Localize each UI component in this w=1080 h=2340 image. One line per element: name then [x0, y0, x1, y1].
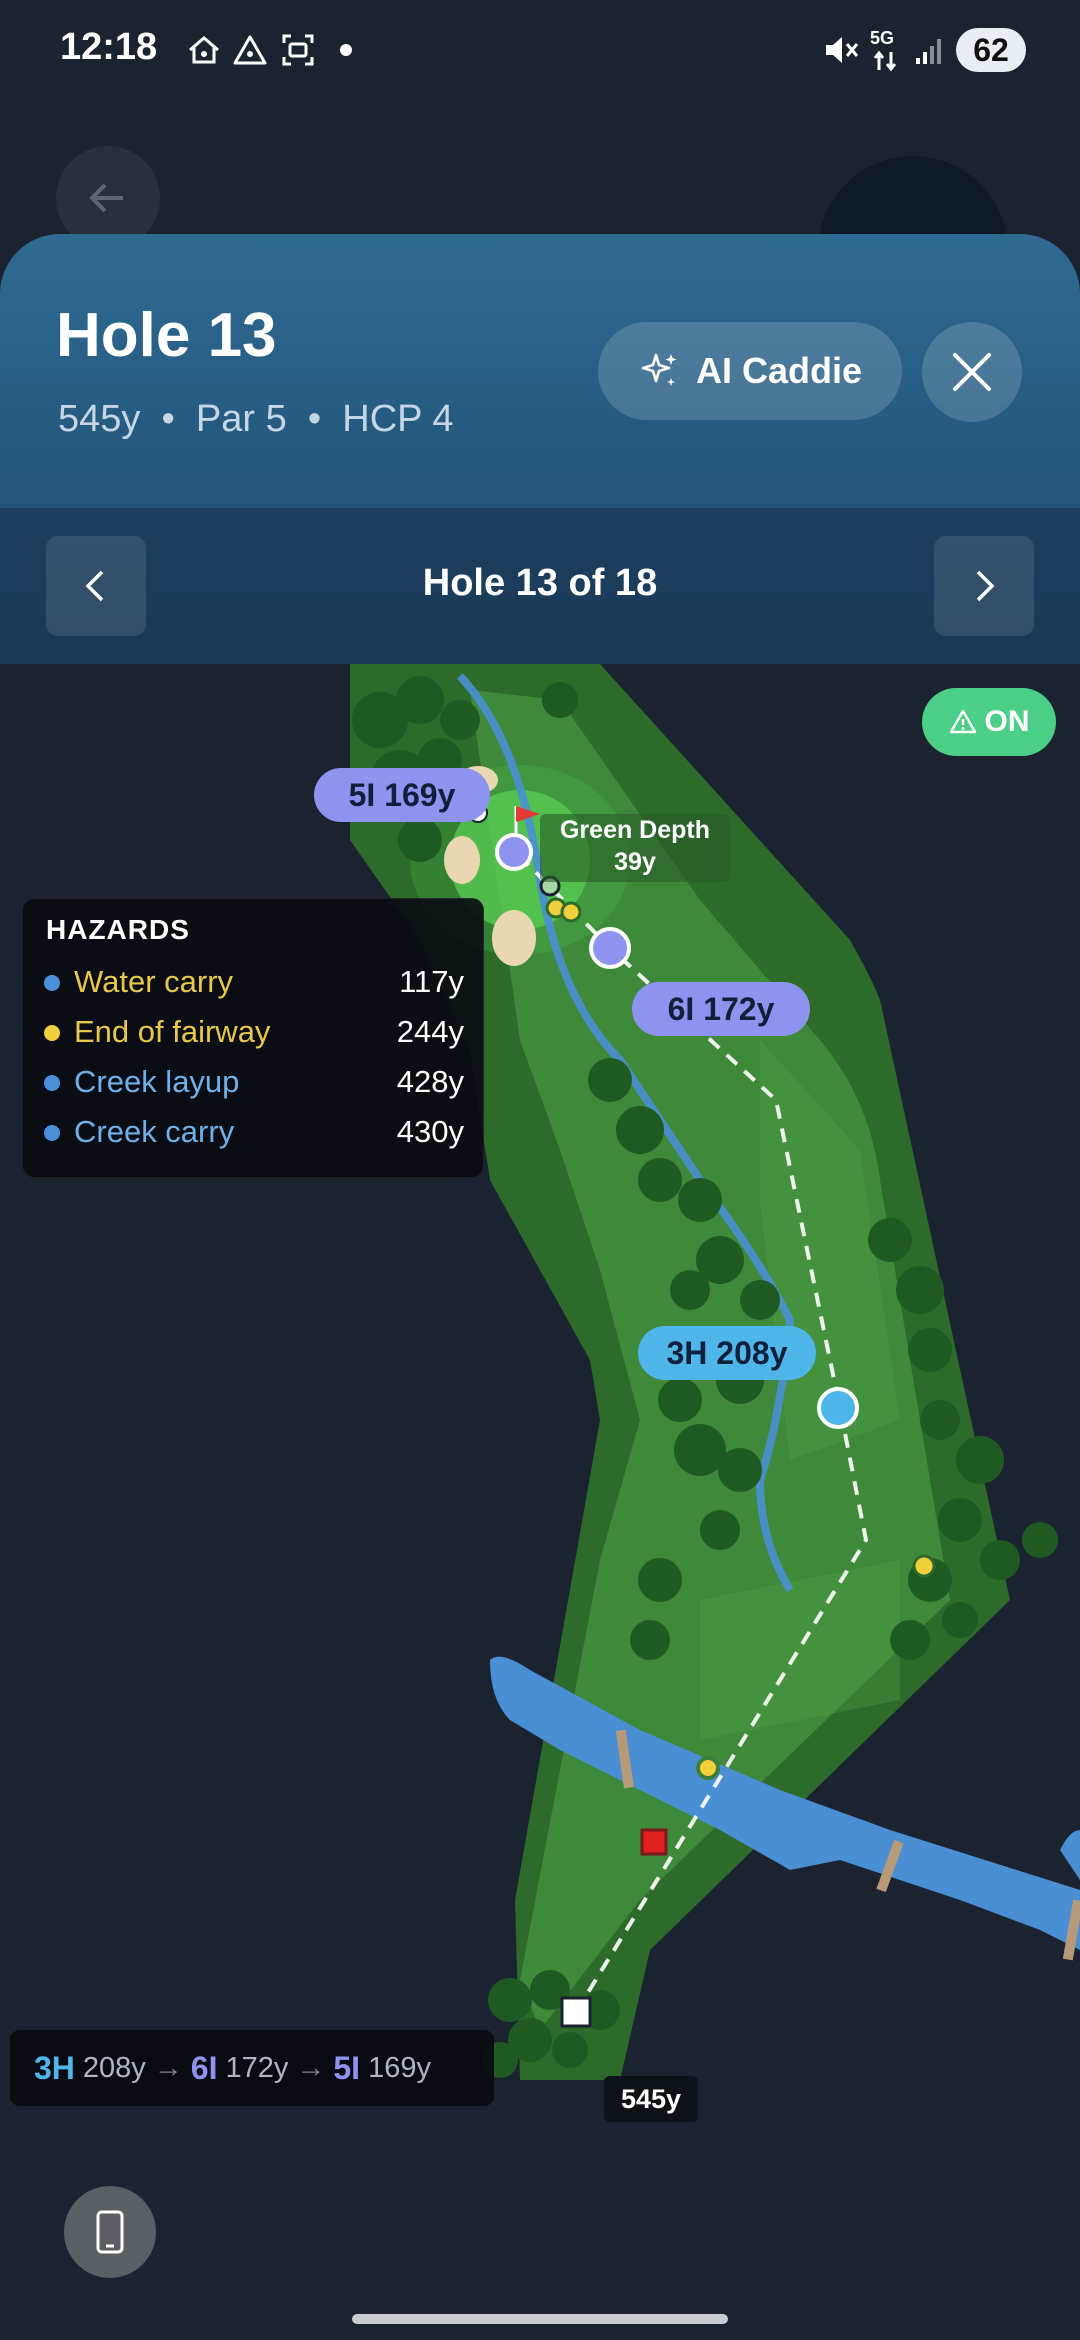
phone-mode-button[interactable] — [64, 2186, 156, 2278]
screenshot-icon — [282, 34, 314, 66]
hazard-distance: 430y — [396, 1114, 464, 1149]
summary-dist-5i: 169y — [368, 2051, 431, 2084]
bunker — [492, 910, 536, 966]
hazard-dot — [44, 1125, 60, 1141]
hazard-label: End of fairway — [74, 1014, 271, 1049]
hazard-marker — [560, 901, 582, 923]
mute-icon — [826, 37, 859, 63]
green-depth-value: 39y — [614, 848, 656, 876]
warning-icon — [949, 709, 976, 734]
summary-club-3h: 3H — [34, 2049, 75, 2086]
home-icon — [189, 36, 219, 64]
bunker — [444, 836, 480, 884]
home-indicator[interactable] — [352, 2314, 728, 2324]
summary-dist-6i: 172y — [225, 2051, 289, 2084]
shot-target-6i — [589, 927, 631, 969]
arrow-left-icon — [89, 183, 123, 213]
hazard-label: Water carry — [74, 964, 234, 999]
hazard-marker — [696, 1756, 720, 1780]
green-depth-label: Green Depth 39y — [540, 814, 730, 878]
status-bar: 12:18 5G 62 — [0, 0, 1080, 100]
hazard-dot — [44, 1025, 60, 1041]
close-icon — [953, 353, 991, 391]
shot-target-3h — [817, 1387, 859, 1429]
green-depth-title: Green Depth — [559, 816, 711, 844]
summary-arrow: → — [153, 2051, 183, 2084]
hazard-label: Creek carry — [74, 1114, 235, 1149]
hole-counter: Hole 13 of 18 — [422, 562, 658, 604]
hazard-row[interactable]: Creek layup 428y — [44, 1060, 464, 1106]
summary-arrow: → — [296, 2051, 326, 2084]
hazard-dot — [44, 1075, 60, 1091]
total-distance-tag: 545y — [604, 2076, 698, 2122]
hazard-distance: 428y — [396, 1064, 464, 1099]
sparkle-icon — [641, 353, 677, 386]
hazard-row[interactable]: End of fairway 244y — [44, 1010, 464, 1056]
hazard-distance: 244y — [396, 1014, 464, 1049]
ai-caddie-label: AI Caddie — [695, 350, 863, 391]
hazard-row[interactable]: Creek carry 430y — [44, 1110, 464, 1156]
hazards-title: HAZARDS — [46, 914, 190, 945]
chevron-right-icon — [976, 570, 995, 602]
triangle-app-icon — [233, 35, 267, 65]
hazard-label: Creek layup — [74, 1064, 240, 1099]
hole-header-card — [0, 234, 1080, 508]
tee-marker — [640, 1828, 668, 1856]
club-label-5i[interactable]: 5I 169y — [314, 768, 490, 822]
hazard-toggle[interactable]: ON — [922, 688, 1056, 756]
next-hole-button[interactable] — [934, 536, 1034, 636]
status-time: 12:18 — [60, 26, 158, 68]
hazard-distance: 117y — [399, 964, 464, 999]
phone-icon — [96, 2210, 124, 2254]
signal-icon — [916, 39, 941, 64]
summary-club-5i: 5I — [333, 2049, 361, 2086]
shot-plan-summary: 3H 208y → 6I 172y → 5I 169y — [10, 2030, 494, 2106]
close-button[interactable] — [922, 322, 1022, 422]
summary-dist-3h: 208y — [82, 2051, 146, 2084]
network-label: 5G — [870, 28, 895, 48]
hole-title: Hole 13 — [56, 301, 277, 370]
hazard-row[interactable]: Water carry 117y — [44, 960, 464, 1006]
hazard-marker — [912, 1554, 936, 1578]
club-label-6i[interactable]: 6I 172y — [632, 982, 810, 1036]
data-arrows-icon — [873, 50, 897, 72]
ball-position — [560, 1996, 592, 2028]
club-label-3h[interactable]: 3H 208y — [638, 1326, 816, 1380]
battery-indicator: 62 — [956, 28, 1026, 72]
shot-target-5i — [495, 833, 533, 871]
summary-club-6i: 6I — [190, 2049, 218, 2086]
hole-info: 545y • Par 5 • HCP 4 — [58, 398, 454, 440]
ai-caddie-button[interactable]: AI Caddie — [598, 322, 902, 420]
notification-dot-icon — [340, 44, 352, 56]
hazard-dot — [44, 975, 60, 991]
hazard-toggle-label: ON — [984, 705, 1030, 738]
